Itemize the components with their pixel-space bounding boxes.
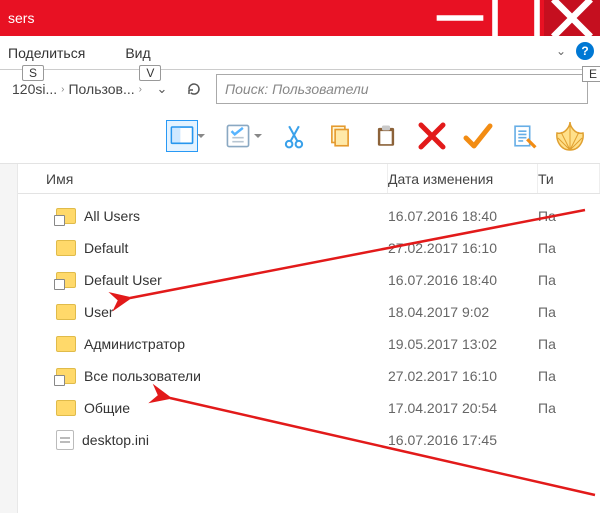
file-type: Па xyxy=(538,240,600,256)
breadcrumb-item[interactable]: 120si... xyxy=(12,81,57,97)
tab-share[interactable]: Поделиться S xyxy=(8,45,85,61)
file-name: Общие xyxy=(84,400,130,416)
main-area: Имя Дата изменения Ти All Users 16.07.201… xyxy=(0,164,600,513)
file-list: All Users16.07.2016 18:40ПаDefault27.02.… xyxy=(18,194,600,462)
cut-icon[interactable] xyxy=(278,120,310,152)
file-name: Администратор xyxy=(84,336,185,352)
file-name: Все пользователи xyxy=(84,368,201,384)
file-date: 16.07.2016 18:40 xyxy=(388,208,538,224)
column-date[interactable]: Дата изменения xyxy=(388,164,538,193)
file-name: desktop.ini xyxy=(82,432,149,448)
keytip: S xyxy=(22,65,44,81)
search-input[interactable]: Поиск: Пользователи xyxy=(216,74,588,104)
list-item[interactable]: All Users 16.07.2016 18:40Па xyxy=(18,200,600,232)
tab-label: Поделиться xyxy=(8,45,85,61)
list-item[interactable]: Default User 16.07.2016 18:40Па xyxy=(18,264,600,296)
help-icon[interactable]: ? xyxy=(576,42,594,60)
file-type: Па xyxy=(538,272,600,288)
list-item[interactable]: Default 27.02.2017 16:10Па xyxy=(18,232,600,264)
list-item[interactable]: desktop.ini 16.07.2016 17:45 xyxy=(18,424,600,456)
address-bar-row: 120si... › Пользов... › ⌄ Поиск: Пользов… xyxy=(0,70,600,108)
sidebar[interactable] xyxy=(0,164,18,513)
file-date: 19.05.2017 13:02 xyxy=(388,336,538,352)
file-date: 27.02.2017 16:10 xyxy=(388,240,538,256)
window-controls xyxy=(432,0,600,36)
toolbar xyxy=(0,108,600,164)
folder-icon xyxy=(56,208,76,224)
column-name[interactable]: Имя xyxy=(18,164,388,193)
file-type: Па xyxy=(538,336,600,352)
file-name: All Users xyxy=(84,208,140,224)
file-type: Па xyxy=(538,208,600,224)
delete-icon[interactable] xyxy=(416,120,448,152)
title-bar: sers xyxy=(0,0,600,36)
breadcrumb-item[interactable]: Пользов... xyxy=(68,81,134,97)
list-item[interactable]: Администратор 19.05.2017 13:02Па xyxy=(18,328,600,360)
column-headers: Имя Дата изменения Ти xyxy=(18,164,600,194)
folder-icon xyxy=(56,304,76,320)
list-item[interactable]: Общие 17.04.2017 20:54Па xyxy=(18,392,600,424)
file-type: Па xyxy=(538,400,600,416)
file-date: 17.04.2017 20:54 xyxy=(388,400,538,416)
folder-icon xyxy=(56,240,76,256)
shell-icon[interactable] xyxy=(554,120,586,152)
history-dropdown-icon[interactable]: ⌄ xyxy=(150,77,174,101)
file-name: User xyxy=(84,304,114,320)
tab-label: Вид xyxy=(125,45,150,61)
window-title: sers xyxy=(8,10,34,26)
file-type: Па xyxy=(538,304,600,320)
breadcrumb[interactable]: 120si... › Пользов... › xyxy=(12,81,142,97)
file-icon xyxy=(56,430,74,450)
view-layout-button[interactable] xyxy=(166,120,198,152)
file-date: 16.07.2016 17:45 xyxy=(388,432,538,448)
file-date: 18.04.2017 9:02 xyxy=(388,304,538,320)
ribbon-tabs: Поделиться S Вид V ⌄ ? E xyxy=(0,36,600,70)
close-button[interactable] xyxy=(544,0,600,36)
file-name: Default User xyxy=(84,272,162,288)
chevron-right-icon: › xyxy=(139,84,142,95)
options-button[interactable] xyxy=(222,120,254,152)
keytip: E xyxy=(582,66,600,82)
copy-icon[interactable] xyxy=(324,120,356,152)
folder-icon xyxy=(56,368,76,384)
column-type[interactable]: Ти xyxy=(538,164,600,193)
paste-icon[interactable] xyxy=(370,120,402,152)
chevron-right-icon: › xyxy=(61,84,64,95)
list-item[interactable]: User 18.04.2017 9:02Па xyxy=(18,296,600,328)
tab-view[interactable]: Вид V xyxy=(125,45,150,61)
file-panel: Имя Дата изменения Ти All Users 16.07.201… xyxy=(18,164,600,513)
file-date: 16.07.2016 18:40 xyxy=(388,272,538,288)
file-date: 27.02.2017 16:10 xyxy=(388,368,538,384)
file-type: Па xyxy=(538,368,600,384)
confirm-icon[interactable] xyxy=(462,120,494,152)
folder-icon xyxy=(56,400,76,416)
file-name: Default xyxy=(84,240,128,256)
keytip: V xyxy=(139,65,161,81)
maximize-button[interactable] xyxy=(488,0,544,36)
ribbon-collapse-icon[interactable]: ⌄ xyxy=(556,44,566,58)
minimize-button[interactable] xyxy=(432,0,488,36)
list-item[interactable]: Все пользователи 27.02.2017 16:10Па xyxy=(18,360,600,392)
folder-icon xyxy=(56,336,76,352)
refresh-icon[interactable] xyxy=(182,77,206,101)
folder-icon xyxy=(56,272,76,288)
properties-icon[interactable] xyxy=(508,120,540,152)
